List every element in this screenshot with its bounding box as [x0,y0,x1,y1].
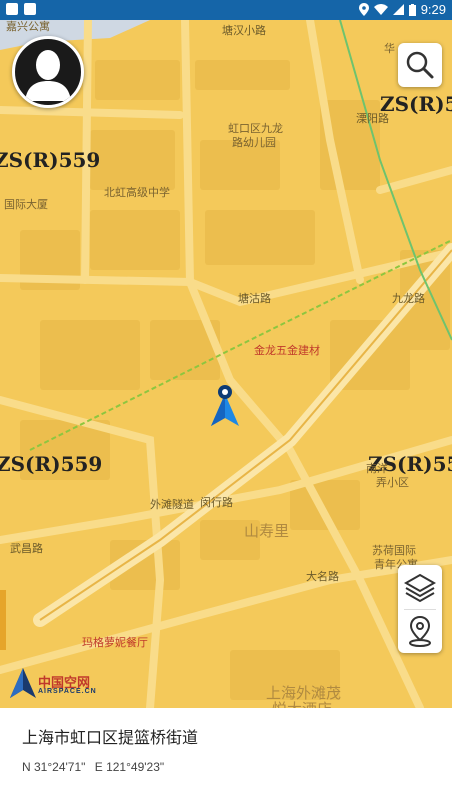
status-bar: 9:29 [0,0,452,20]
poi-label: 北虹高级中学 [104,187,170,199]
user-avatar-icon [25,50,71,101]
battery-icon [408,3,416,16]
signal-icon [392,4,404,15]
road-label: 大名路 [306,571,339,583]
poi-label: 国际大厦 [4,199,48,211]
status-time: 9:29 [420,2,446,17]
layers-button[interactable] [398,565,442,609]
poi-label: 路幼儿园 [232,137,276,149]
chat-notification-icon [6,3,18,15]
search-icon [406,51,434,79]
airspace-label: ZS(R)559 [0,452,103,476]
locate-pin-icon [409,615,431,647]
wifi-icon [373,4,388,15]
road-label: 塘汉小路 [222,25,266,37]
map-tools [398,565,442,653]
poi-label: 玛格萝妮餐厅 [82,637,148,649]
airspace-logo: 中国空网 AIRSPACE.CN [10,668,96,703]
airspace-label: ZS(R)559 [380,92,452,116]
poi-label: 嘉兴公寓 [6,21,50,33]
poi-label: 悦大酒店 [272,698,332,708]
poi-label: 金龙五金建材 [254,345,320,357]
poi-label: 山寿里 [244,523,290,540]
search-button[interactable] [398,43,442,87]
airspace-logo-icon [10,668,36,698]
app-notification-icon [24,3,36,15]
location-coordinates: N 31°24'71" E 121°49'23" [22,760,170,774]
map-view[interactable]: ZS(R)559 ZS(R)559 ZS(R)559 ZS(R)559 塘沽路 … [0,20,452,708]
poi-label: 华 [384,43,395,55]
road-label: 外滩隧道 [150,499,194,511]
locate-button[interactable] [398,609,442,653]
longitude: E 121°49'23" [94,760,165,774]
location-icon [358,3,369,16]
road-label: 塘沽路 [238,293,271,305]
road-label: 武昌路 [10,543,43,555]
location-marker-icon[interactable] [209,384,241,428]
road-label: 闵行路 [200,497,233,509]
poi-label: 弄小区 [376,477,409,489]
latitude: N 31°24'71" [22,760,86,774]
user-avatar-button[interactable] [12,36,84,108]
road-label: 溧阳路 [356,113,389,125]
layers-icon [403,573,437,603]
logo-domain: AIRSPACE.CN [38,688,97,695]
airspace-label: ZS(R)559 [0,148,101,172]
road-label: 九龙路 [392,293,425,305]
location-address: 上海市虹口区提篮桥街道 [22,730,199,747]
location-info-panel: 上海市虹口区提篮桥街道 N 31°24'71" E 121°49'23" [0,708,452,804]
